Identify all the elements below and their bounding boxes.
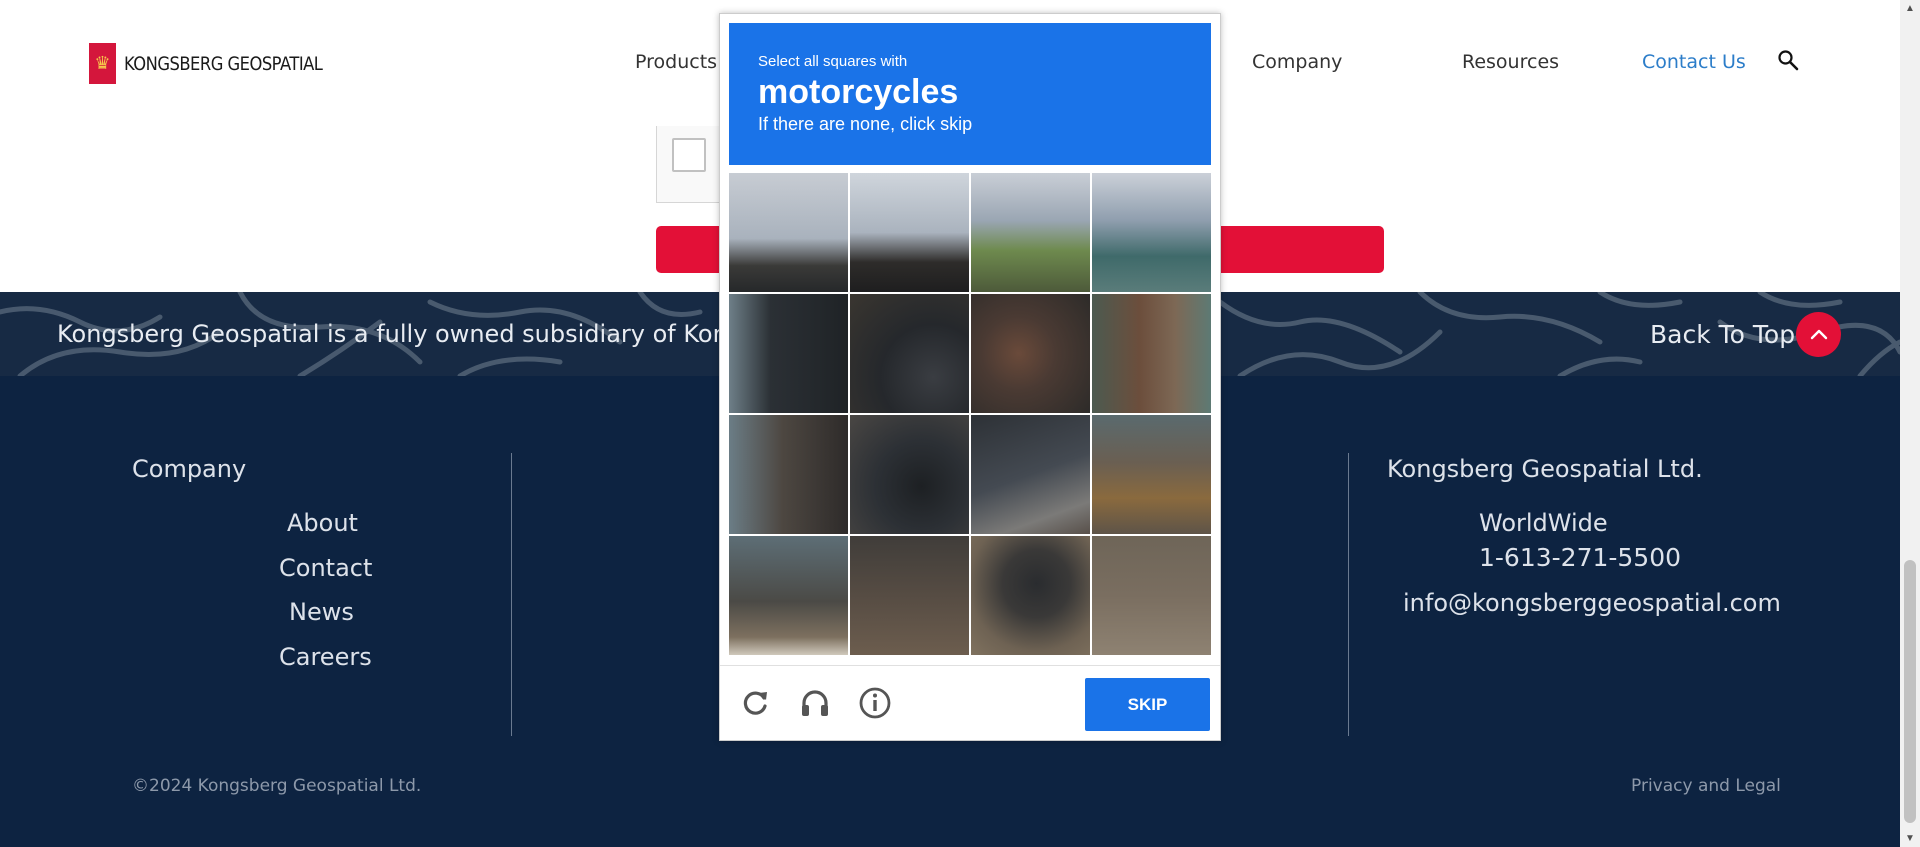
nav-contact-us[interactable]: Contact Us	[1642, 51, 1746, 73]
recaptcha-checkbox[interactable]	[672, 138, 706, 172]
footer-divider	[511, 453, 512, 736]
captcha-tile[interactable]	[850, 173, 969, 292]
info-icon[interactable]	[858, 686, 892, 720]
back-to-top-label[interactable]: Back To Top	[1650, 320, 1795, 349]
footer-ltd-heading: Kongsberg Geospatial Ltd.	[1387, 455, 1703, 483]
footer-phone[interactable]: 1-613-271-5500	[1479, 543, 1681, 572]
captcha-tile[interactable]	[729, 173, 848, 292]
captcha-tile[interactable]	[729, 536, 848, 655]
footer-email[interactable]: info@kongsberggeospatial.com	[1403, 589, 1781, 617]
site-logo[interactable]: ♛ KONGSBERG GEOSPATIAL	[89, 43, 355, 84]
nav-resources[interactable]: Resources	[1462, 51, 1559, 73]
captcha-instruction-line1: Select all squares with	[758, 53, 908, 70]
captcha-tile[interactable]	[971, 294, 1090, 413]
footer-privacy-legal[interactable]: Privacy and Legal	[1631, 776, 1781, 796]
captcha-target-object: motorcycles	[758, 73, 959, 111]
scroll-up-arrow-icon[interactable]: ▲	[1900, 0, 1920, 17]
back-to-top-button[interactable]	[1796, 312, 1841, 357]
footer-region: WorldWide	[1479, 509, 1608, 537]
nav-company[interactable]: Company	[1252, 51, 1342, 73]
captcha-tile[interactable]	[729, 294, 848, 413]
captcha-instruction-line3: If there are none, click skip	[758, 114, 973, 134]
footer-link-about[interactable]: About	[287, 509, 358, 537]
footer-divider	[1348, 453, 1349, 736]
captcha-tile[interactable]	[729, 415, 848, 534]
captcha-tile[interactable]	[1092, 415, 1211, 534]
reload-icon[interactable]	[738, 686, 772, 720]
scrollbar-thumb[interactable]	[1904, 560, 1916, 823]
captcha-tile[interactable]	[971, 173, 1090, 292]
nav-products[interactable]: Products	[635, 51, 717, 73]
captcha-tile[interactable]	[1092, 294, 1211, 413]
footer-copyright: ©2024 Kongsberg Geospatial Ltd.	[132, 776, 422, 796]
captcha-tile[interactable]	[1092, 536, 1211, 655]
kongsberg-crest-icon: ♛	[89, 43, 116, 84]
captcha-image-grid	[729, 173, 1211, 655]
captcha-instruction-header: Select all squares with motorcycles If t…	[729, 23, 1211, 165]
captcha-tile[interactable]	[850, 415, 969, 534]
logo-text: KONGSBERG GEOSPATIAL	[124, 52, 323, 75]
scroll-down-arrow-icon[interactable]: ▼	[1900, 830, 1920, 847]
skip-button[interactable]: SKIP	[1085, 678, 1210, 731]
footer-link-careers[interactable]: Careers	[279, 643, 372, 671]
headphones-icon[interactable]	[798, 686, 832, 720]
captcha-tile[interactable]	[850, 294, 969, 413]
recaptcha-challenge: Select all squares with motorcycles If t…	[719, 13, 1221, 741]
footer-company-heading: Company	[132, 455, 247, 483]
footer-link-contact[interactable]: Contact	[279, 554, 372, 582]
captcha-tile[interactable]	[1092, 173, 1211, 292]
page-scrollbar[interactable]: ▲ ▼	[1900, 0, 1920, 847]
captcha-tile[interactable]	[971, 415, 1090, 534]
captcha-footer: SKIP	[720, 665, 1220, 741]
captcha-tile[interactable]	[850, 536, 969, 655]
footer-link-news[interactable]: News	[289, 598, 354, 626]
search-icon[interactable]	[1776, 48, 1800, 72]
chevron-up-icon	[1810, 329, 1827, 339]
subsidiary-text: Kongsberg Geospatial is a fully owned su…	[57, 320, 771, 348]
captcha-tile[interactable]	[971, 536, 1090, 655]
